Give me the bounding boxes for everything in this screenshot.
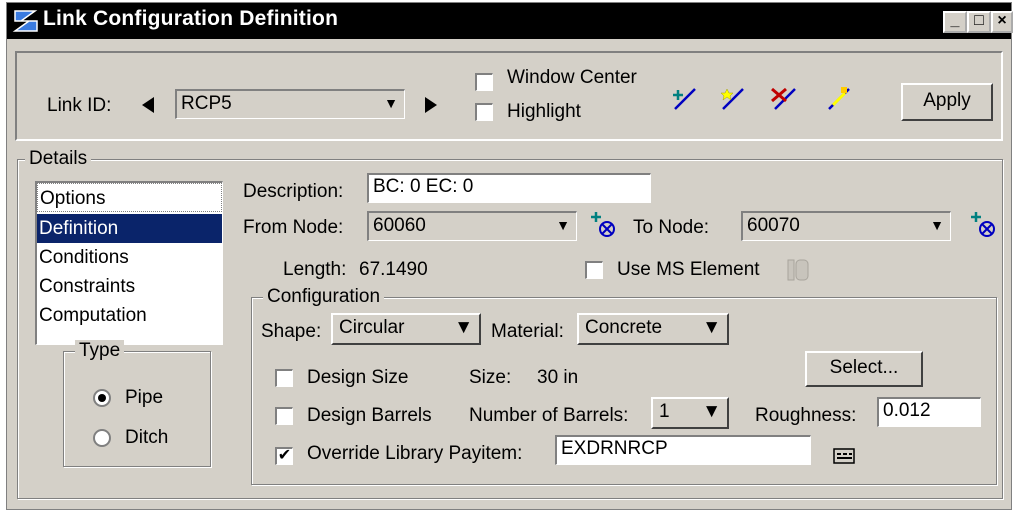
list-item-options[interactable]: Options <box>37 183 222 212</box>
link-id-label: Link ID: <box>47 95 112 116</box>
length-value: 67.1490 <box>359 259 428 280</box>
maximize-button[interactable]: □ <box>967 11 991 33</box>
link-toolbar-panel: Link ID: RCP5 ▼ Window Center Highlight <box>15 51 1003 141</box>
chevron-down-icon: ▼ <box>702 401 721 422</box>
chevron-down-icon: ▼ <box>702 317 721 338</box>
window-title: Link Configuration Definition <box>43 7 339 30</box>
payitem-field[interactable]: EXDRNRCP <box>555 435 811 465</box>
design-barrels-label: Design Barrels <box>307 405 432 426</box>
list-item-conditions[interactable]: Conditions <box>37 243 222 272</box>
use-ms-element-label: Use MS Element <box>617 259 760 280</box>
pick-from-node-icon[interactable] <box>589 211 619 239</box>
description-label: Description: <box>243 181 344 202</box>
chevron-down-icon: ▼ <box>454 317 473 338</box>
design-size-checkbox[interactable] <box>275 369 293 387</box>
maximize-icon: □ <box>974 12 984 29</box>
title-bar: Link Configuration Definition _ □ × <box>7 3 1013 39</box>
chevron-down-icon: ▼ <box>556 217 570 233</box>
highlight-label: Highlight <box>507 101 581 122</box>
override-payitem-label: Override Library Payitem: <box>307 443 523 464</box>
edit-link-icon[interactable] <box>823 85 853 113</box>
pipe-label: Pipe <box>125 387 164 408</box>
details-legend: Details <box>25 148 92 170</box>
roughness-field[interactable]: 0.012 <box>877 397 981 427</box>
payitem-browse-icon[interactable] <box>833 447 855 465</box>
link-id-value: RCP5 <box>181 93 232 114</box>
description-field[interactable]: BC: 0 EC: 0 <box>367 173 651 203</box>
list-item-definition[interactable]: Definition <box>37 214 222 243</box>
from-node-combo[interactable]: 60060 ▼ <box>367 211 577 241</box>
roughness-label: Roughness: <box>755 405 857 426</box>
details-listbox[interactable]: Options Definition Conditions Constraint… <box>35 181 223 345</box>
configuration-legend: Configuration <box>263 286 385 308</box>
select-button[interactable]: Select... <box>805 351 923 387</box>
to-node-value: 60070 <box>747 215 800 236</box>
app-logo-icon <box>11 6 41 36</box>
length-label: Length: <box>283 259 347 280</box>
design-barrels-checkbox[interactable] <box>275 407 293 425</box>
add-link-icon[interactable] <box>669 85 699 113</box>
list-item-computation[interactable]: Computation <box>37 301 222 330</box>
number-of-barrels-label: Number of Barrels: <box>469 405 629 426</box>
highlight-checkbox[interactable] <box>475 103 493 121</box>
shape-label: Shape: <box>261 321 322 342</box>
material-value: Concrete <box>585 317 663 338</box>
close-button[interactable]: × <box>991 11 1013 33</box>
list-item-constraints[interactable]: Constraints <box>37 272 222 301</box>
link-configuration-window: Link Configuration Definition _ □ × Link… <box>6 2 1013 510</box>
material-label: Material: <box>491 321 564 342</box>
link-id-combo[interactable]: RCP5 ▼ <box>175 89 405 119</box>
select-link-icon[interactable] <box>717 85 747 113</box>
minimize-icon: _ <box>950 12 960 29</box>
ms-element-icon[interactable] <box>785 257 811 283</box>
use-ms-element-checkbox[interactable] <box>585 261 603 279</box>
type-group <box>63 351 211 467</box>
check-mark-icon: ✔ <box>277 447 292 464</box>
number-of-barrels-value: 1 <box>659 401 670 422</box>
to-node-combo[interactable]: 60070 ▼ <box>741 211 951 241</box>
size-label: Size: <box>469 367 512 388</box>
from-node-value: 60060 <box>373 215 426 236</box>
type-legend: Type <box>75 340 125 362</box>
close-icon: × <box>997 12 1007 29</box>
minimize-button[interactable]: _ <box>943 11 967 33</box>
ditch-label: Ditch <box>125 427 169 448</box>
chevron-down-icon: ▼ <box>930 217 944 233</box>
override-payitem-checkbox[interactable]: ✔ <box>275 447 293 465</box>
number-of-barrels-dropdown[interactable]: 1 ▼ <box>651 397 729 429</box>
ditch-radio[interactable] <box>93 429 111 447</box>
apply-button[interactable]: Apply <box>901 83 993 121</box>
size-value: 30 in <box>537 367 579 388</box>
window-center-checkbox[interactable] <box>475 73 493 91</box>
to-node-label: To Node: <box>633 217 710 238</box>
shape-dropdown[interactable]: Circular ▼ <box>331 313 481 345</box>
delete-link-icon[interactable] <box>769 85 799 113</box>
chevron-down-icon: ▼ <box>384 95 398 111</box>
previous-link-icon[interactable] <box>142 97 154 113</box>
shape-value: Circular <box>339 317 405 338</box>
next-link-icon[interactable] <box>425 97 437 113</box>
pipe-radio[interactable] <box>93 389 111 407</box>
design-size-label: Design Size <box>307 367 409 388</box>
from-node-label: From Node: <box>243 217 344 238</box>
material-dropdown[interactable]: Concrete ▼ <box>577 313 729 345</box>
pick-to-node-icon[interactable] <box>969 211 999 239</box>
window-center-label: Window Center <box>507 67 637 88</box>
